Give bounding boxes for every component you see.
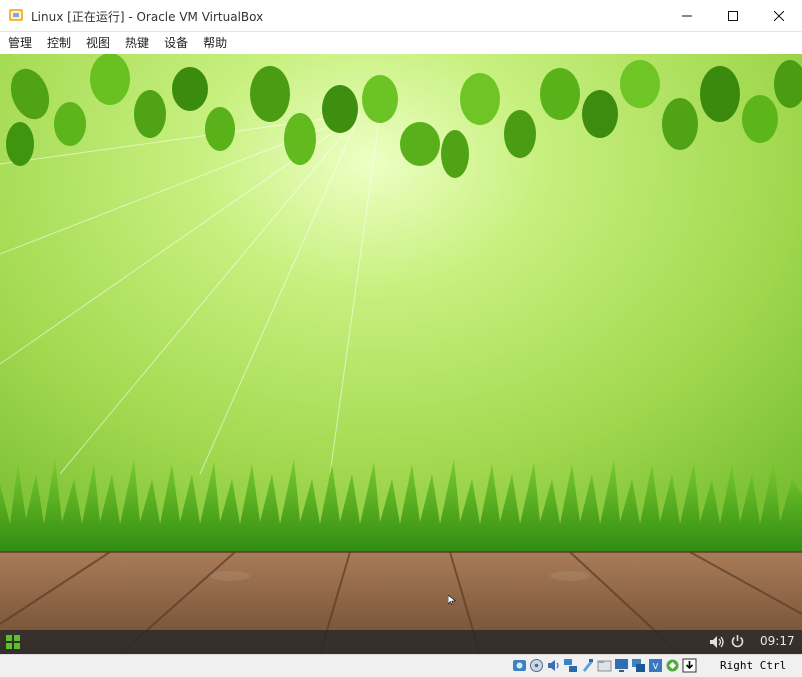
guest-clock: 09:17 (760, 634, 795, 648)
menu-view[interactable]: 视图 (78, 32, 117, 54)
vt-x-icon[interactable]: V (648, 658, 663, 673)
display-icon[interactable] (614, 658, 629, 673)
close-icon (774, 10, 784, 21)
network-icon[interactable] (563, 658, 578, 673)
mouse-cursor-icon (448, 595, 456, 605)
vm-display[interactable]: 09:17 (0, 54, 802, 654)
minimize-icon (682, 15, 692, 16)
maximize-icon (728, 10, 738, 21)
title-bar: Linux [正在运行] - Oracle VM VirtualBox (0, 0, 802, 32)
window-title: Linux [正在运行] - Oracle VM VirtualBox (31, 10, 264, 24)
video-capture-icon[interactable] (631, 658, 646, 673)
menu-bar: 管理 控制 视图 热键 设备 帮助 (0, 32, 802, 54)
guest-taskbar: 09:17 (0, 630, 802, 654)
menu-control[interactable]: 控制 (39, 32, 78, 54)
keyboard-icon[interactable] (682, 658, 697, 673)
menu-hotkeys[interactable]: 热键 (117, 32, 156, 54)
virtualbox-window: Linux [正在运行] - Oracle VM VirtualBox 管理 控… (0, 0, 802, 677)
close-button[interactable] (756, 0, 802, 31)
desktop-wallpaper (0, 54, 802, 654)
status-indicators: V (512, 658, 697, 673)
audio-icon[interactable] (546, 658, 561, 673)
menu-help[interactable]: 帮助 (195, 32, 234, 54)
window-controls (664, 0, 802, 31)
usb-icon[interactable] (580, 658, 595, 673)
minimize-button[interactable] (664, 0, 710, 31)
maximize-button[interactable] (710, 0, 756, 31)
volume-icon[interactable] (709, 635, 725, 649)
mouse-integration-icon[interactable] (665, 658, 680, 673)
menu-manage[interactable]: 管理 (0, 32, 39, 54)
hard-disk-icon[interactable] (512, 658, 527, 673)
vm-status-bar: V Right Ctrl (0, 654, 802, 677)
menu-devices[interactable]: 设备 (156, 32, 195, 54)
svg-text:V: V (653, 662, 659, 671)
start-menu-icon[interactable] (5, 634, 21, 650)
shared-folders-icon[interactable] (597, 658, 612, 673)
host-key-label: Right Ctrl (720, 659, 787, 672)
power-icon[interactable] (730, 634, 745, 649)
optical-drive-icon[interactable] (529, 658, 544, 673)
virtualbox-app-icon[interactable] (8, 7, 24, 23)
